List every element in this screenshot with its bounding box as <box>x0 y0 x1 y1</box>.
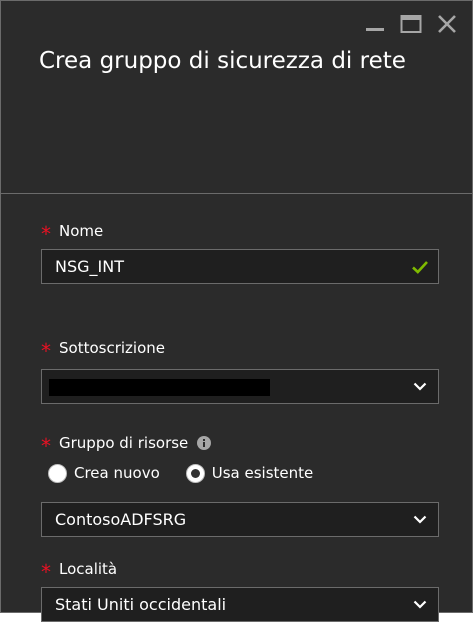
chevron-down-icon <box>410 510 430 530</box>
radio-crea-nuovo-label: Crea nuovo <box>74 464 160 482</box>
location-label-row: * Località <box>41 557 438 584</box>
maximize-icon[interactable] <box>398 11 424 37</box>
required-marker: * <box>41 560 51 584</box>
info-icon[interactable] <box>197 436 212 450</box>
subscription-select[interactable] <box>41 369 439 404</box>
location-value: Stati Uniti occidentali <box>55 595 227 614</box>
location-select[interactable]: Stati Uniti occidentali <box>41 587 439 622</box>
checkmark-icon <box>410 257 430 277</box>
required-marker: * <box>41 434 51 458</box>
minimize-icon[interactable] <box>362 11 388 37</box>
name-label: Nome <box>59 222 104 240</box>
name-input[interactable] <box>42 250 410 283</box>
radio-usa-esistente[interactable]: Usa esistente <box>185 463 314 483</box>
resource-group-select[interactable]: ContosoADFSRG <box>41 502 439 537</box>
name-field-wrapper <box>41 249 439 284</box>
location-label: Località <box>59 560 118 578</box>
radio-crea-nuovo[interactable]: Crea nuovo <box>48 463 160 483</box>
subscription-label-row: * Sottoscrizione <box>41 336 438 363</box>
chevron-down-icon <box>410 377 430 397</box>
create-nsg-blade: Crea gruppo di sicurezza di rete * Nome … <box>0 0 473 622</box>
blade-header: Crea gruppo di sicurezza di rete <box>1 1 472 194</box>
chevron-down-icon <box>410 595 430 615</box>
resource-group-value: ContosoADFSRG <box>55 510 187 529</box>
form-content: * Nome * Sottoscrizione * Gruppo di riso… <box>1 219 472 622</box>
resource-group-label-row: * Gruppo di risorse <box>41 431 438 458</box>
required-marker: * <box>41 222 51 246</box>
blade-title: Crea gruppo di sicurezza di rete <box>39 48 406 74</box>
radio-unchecked-icon[interactable] <box>48 463 67 483</box>
subscription-label: Sottoscrizione <box>59 339 165 357</box>
name-label-row: * Nome <box>41 219 438 246</box>
radio-usa-esistente-label: Usa esistente <box>211 464 314 482</box>
radio-checked-icon[interactable] <box>185 463 205 483</box>
close-icon[interactable] <box>434 11 460 37</box>
window-controls <box>362 11 460 37</box>
resource-group-options: Crea nuovo Usa esistente <box>48 460 438 486</box>
required-marker: * <box>41 339 51 363</box>
redacted-subscription <box>49 379 270 396</box>
resource-group-label: Gruppo di risorse <box>59 434 189 452</box>
